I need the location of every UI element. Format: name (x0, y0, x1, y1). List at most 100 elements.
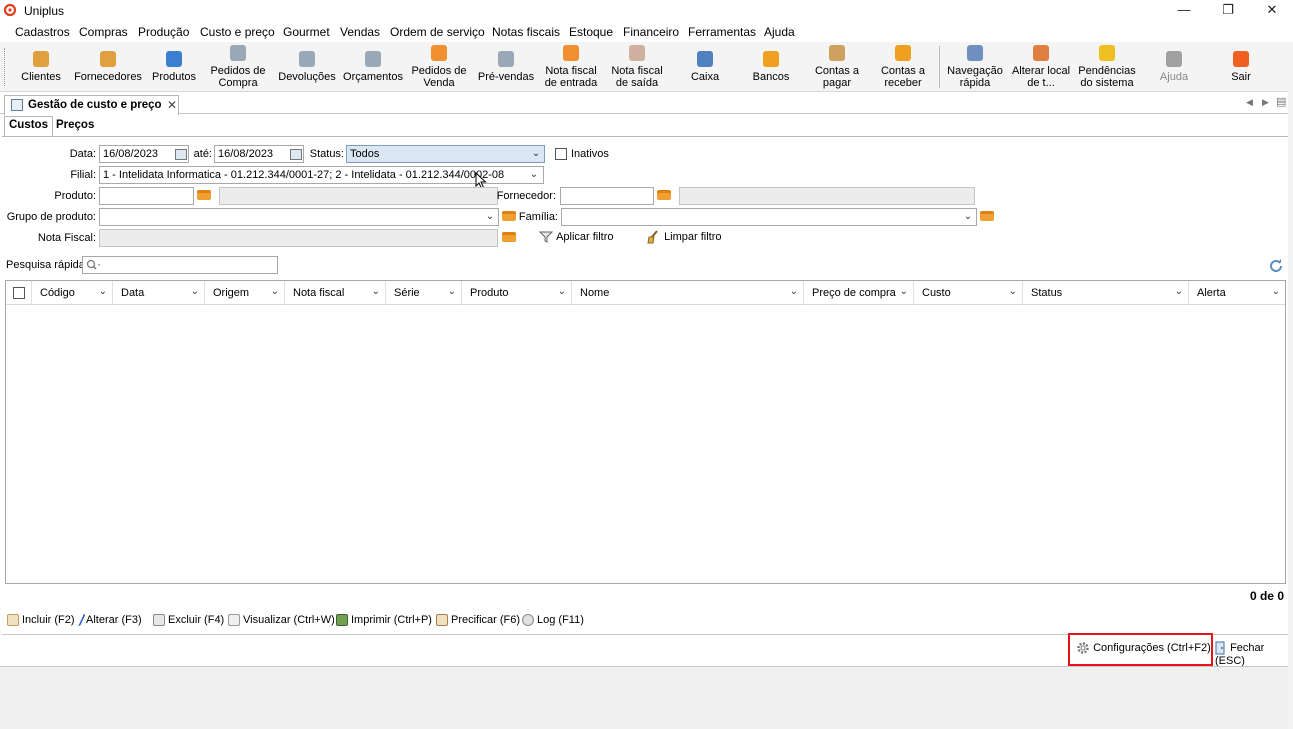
menu-vendas[interactable]: Vendas (340, 25, 380, 39)
column-header-data[interactable]: Data ⌄ (113, 281, 205, 305)
chevron-down-icon[interactable]: ⌄ (448, 286, 456, 297)
chevron-down-icon[interactable]: ⌄ (99, 286, 107, 297)
column-header-alerta[interactable]: Alerta ⌄ (1189, 281, 1285, 305)
menu-ferramentas[interactable]: Ferramentas (688, 25, 756, 39)
toolbar-button-fornecedores[interactable]: Fornecedores (74, 42, 142, 92)
alterar-button[interactable]: Alterar (F3) (74, 614, 142, 630)
select-all-checkbox[interactable] (13, 287, 25, 299)
toolbar-button-sair[interactable]: Sair (1211, 42, 1271, 92)
toolbar-button-pr-vendas[interactable]: Pré-vendas (476, 42, 536, 92)
toolbar-button-r-pida[interactable]: Navegação rápida (945, 42, 1005, 92)
fornecedor-code-input[interactable] (560, 187, 654, 205)
tab-precos[interactable]: Preços (52, 117, 98, 136)
menu-ordem-de-servico[interactable]: Ordem de serviço (390, 25, 485, 39)
toolbar-button-de-entrada[interactable]: Nota fiscal de entrada (541, 42, 601, 92)
pesquisa-rapida-input[interactable] (82, 256, 278, 274)
column-header-nota-fiscal[interactable]: Nota fiscal ⌄ (285, 281, 386, 305)
toolbar-label-line1: Contas a (814, 65, 860, 77)
familia-select[interactable] (561, 208, 977, 226)
calendar-icon[interactable] (175, 149, 187, 160)
menu-compras[interactable]: Compras (79, 25, 128, 39)
column-header-produto[interactable]: Produto ⌄ (462, 281, 572, 305)
column-header-status[interactable]: Status ⌄ (1023, 281, 1189, 305)
precificar-button[interactable]: Precificar (F6) (436, 614, 520, 630)
chevron-down-icon[interactable]: ⌄ (191, 286, 199, 297)
configuracoes-button[interactable]: Configurações (Ctrl+F2) (1076, 641, 1211, 657)
chevron-down-icon[interactable]: ⌄ (790, 286, 798, 297)
inativos-checkbox[interactable] (555, 148, 567, 160)
folder-search-icon[interactable] (657, 190, 671, 200)
column-header-custo[interactable]: Custo ⌄ (914, 281, 1023, 305)
close-window-button[interactable]: ✕ (1249, 0, 1293, 22)
add-document-icon (7, 614, 19, 627)
chevron-down-icon[interactable]: ⌄ (1175, 286, 1183, 297)
chevron-down-icon[interactable]: ⌄ (558, 286, 566, 297)
data-from-value: 16/08/2023 (103, 148, 159, 160)
fornecedor-name-field (679, 187, 975, 205)
chevron-down-icon[interactable]: ⌄ (1272, 286, 1280, 297)
chevron-down-icon[interactable]: ⌄ (900, 286, 908, 297)
toolbar-button-devolu-es[interactable]: Devoluções (277, 42, 337, 92)
person-icon (33, 51, 49, 67)
fechar-button[interactable]: Fechar (ESC) (1215, 641, 1293, 667)
close-tab-icon[interactable]: ✕ (167, 98, 177, 112)
toolbar-button-de-t-[interactable]: Alterar local de t... (1011, 42, 1071, 92)
toolbar-button-de-sa-da[interactable]: Nota fiscal de saída (607, 42, 667, 92)
menu-producao[interactable]: Produção (138, 25, 189, 39)
column-header-origem[interactable]: Origem ⌄ (205, 281, 285, 305)
menu-estoque[interactable]: Estoque (569, 25, 613, 39)
grupo-produto-select[interactable] (99, 208, 499, 226)
menu-cadastros[interactable]: Cadastros (15, 25, 70, 39)
toolbar-button-caixa[interactable]: Caixa (675, 42, 735, 92)
menu-financeiro[interactable]: Financeiro (623, 25, 679, 39)
toolbar-label-line2: Compra (218, 77, 258, 89)
column-header-codigo[interactable]: Código ⌄ (32, 281, 113, 305)
tab-gestao-custo-preco[interactable]: Gestão de custo e preço ✕ (4, 95, 179, 115)
product-icon (166, 51, 182, 67)
produto-code-input[interactable] (99, 187, 194, 205)
column-header-serie[interactable]: Série ⌄ (386, 281, 462, 305)
tab-list-icon[interactable]: ▤ (1276, 95, 1286, 108)
folder-search-icon[interactable] (197, 190, 211, 200)
toolbar-button-receber[interactable]: Contas a receber (873, 42, 933, 92)
calendar-icon[interactable] (290, 149, 302, 160)
minimize-button[interactable]: — (1161, 0, 1207, 22)
toolbar-label-line2: Sair (1231, 71, 1251, 83)
restore-button[interactable]: ❐ (1205, 0, 1251, 22)
folder-search-icon[interactable] (502, 232, 516, 242)
toolbar-button-bancos[interactable]: Bancos (741, 42, 801, 92)
tab-custos[interactable]: Custos (4, 116, 53, 136)
status-select[interactable]: Todos (346, 145, 545, 163)
chevron-down-icon[interactable]: ⌄ (271, 286, 279, 297)
scroll-left-icon[interactable]: ◀ (1246, 97, 1253, 108)
toolbar-button-compra[interactable]: Pedidos de Compra (208, 42, 268, 92)
incluir-button[interactable]: Incluir (F2) (7, 614, 75, 630)
visualizar-button[interactable]: Visualizar (Ctrl+W) (228, 614, 335, 630)
toolbar-button-clientes[interactable]: Clientes (11, 42, 71, 92)
toolbar-label-line2: do sistema (1080, 77, 1134, 89)
excluir-button[interactable]: Excluir (F4) (153, 614, 224, 630)
toolbar-label-line2: Pré-vendas (477, 71, 535, 83)
folder-search-icon[interactable] (980, 211, 994, 221)
scroll-right-icon[interactable]: ▶ (1262, 97, 1269, 108)
toolbar-button-do-sistema[interactable]: Pendências do sistema (1077, 42, 1137, 92)
column-header-preco-de-compra[interactable]: Preço de compra ⌄ (804, 281, 914, 305)
toolbar-button-or-amentos[interactable]: Orçamentos (343, 42, 403, 92)
toolbar-button-pagar[interactable]: Contas a pagar (807, 42, 867, 92)
menu-ajuda[interactable]: Ajuda (764, 25, 795, 39)
menu-notas-fiscais[interactable]: Notas fiscais (492, 25, 560, 39)
limpar-filtro-button[interactable]: Limpar filtro (647, 230, 722, 246)
menu-gourmet[interactable]: Gourmet (283, 25, 330, 39)
refresh-icon[interactable] (1269, 258, 1283, 272)
aplicar-filtro-button[interactable]: Aplicar filtro (538, 230, 614, 246)
toolbar-button-venda[interactable]: Pedidos de Venda (409, 42, 469, 92)
toolbar-button-ajuda[interactable]: Ajuda (1144, 42, 1204, 92)
imprimir-button[interactable]: Imprimir (Ctrl+P) (336, 614, 432, 630)
column-header-nome[interactable]: Nome ⌄ (572, 281, 804, 305)
toolbar-button-produtos[interactable]: Produtos (144, 42, 204, 92)
toolbar-button-label: Pedidos de Compra (198, 65, 278, 89)
menu-custo-e-preco[interactable]: Custo e preço (200, 25, 275, 39)
log-button[interactable]: Log (F11) (522, 614, 584, 630)
chevron-down-icon[interactable]: ⌄ (372, 286, 380, 297)
chevron-down-icon[interactable]: ⌄ (1009, 286, 1017, 297)
